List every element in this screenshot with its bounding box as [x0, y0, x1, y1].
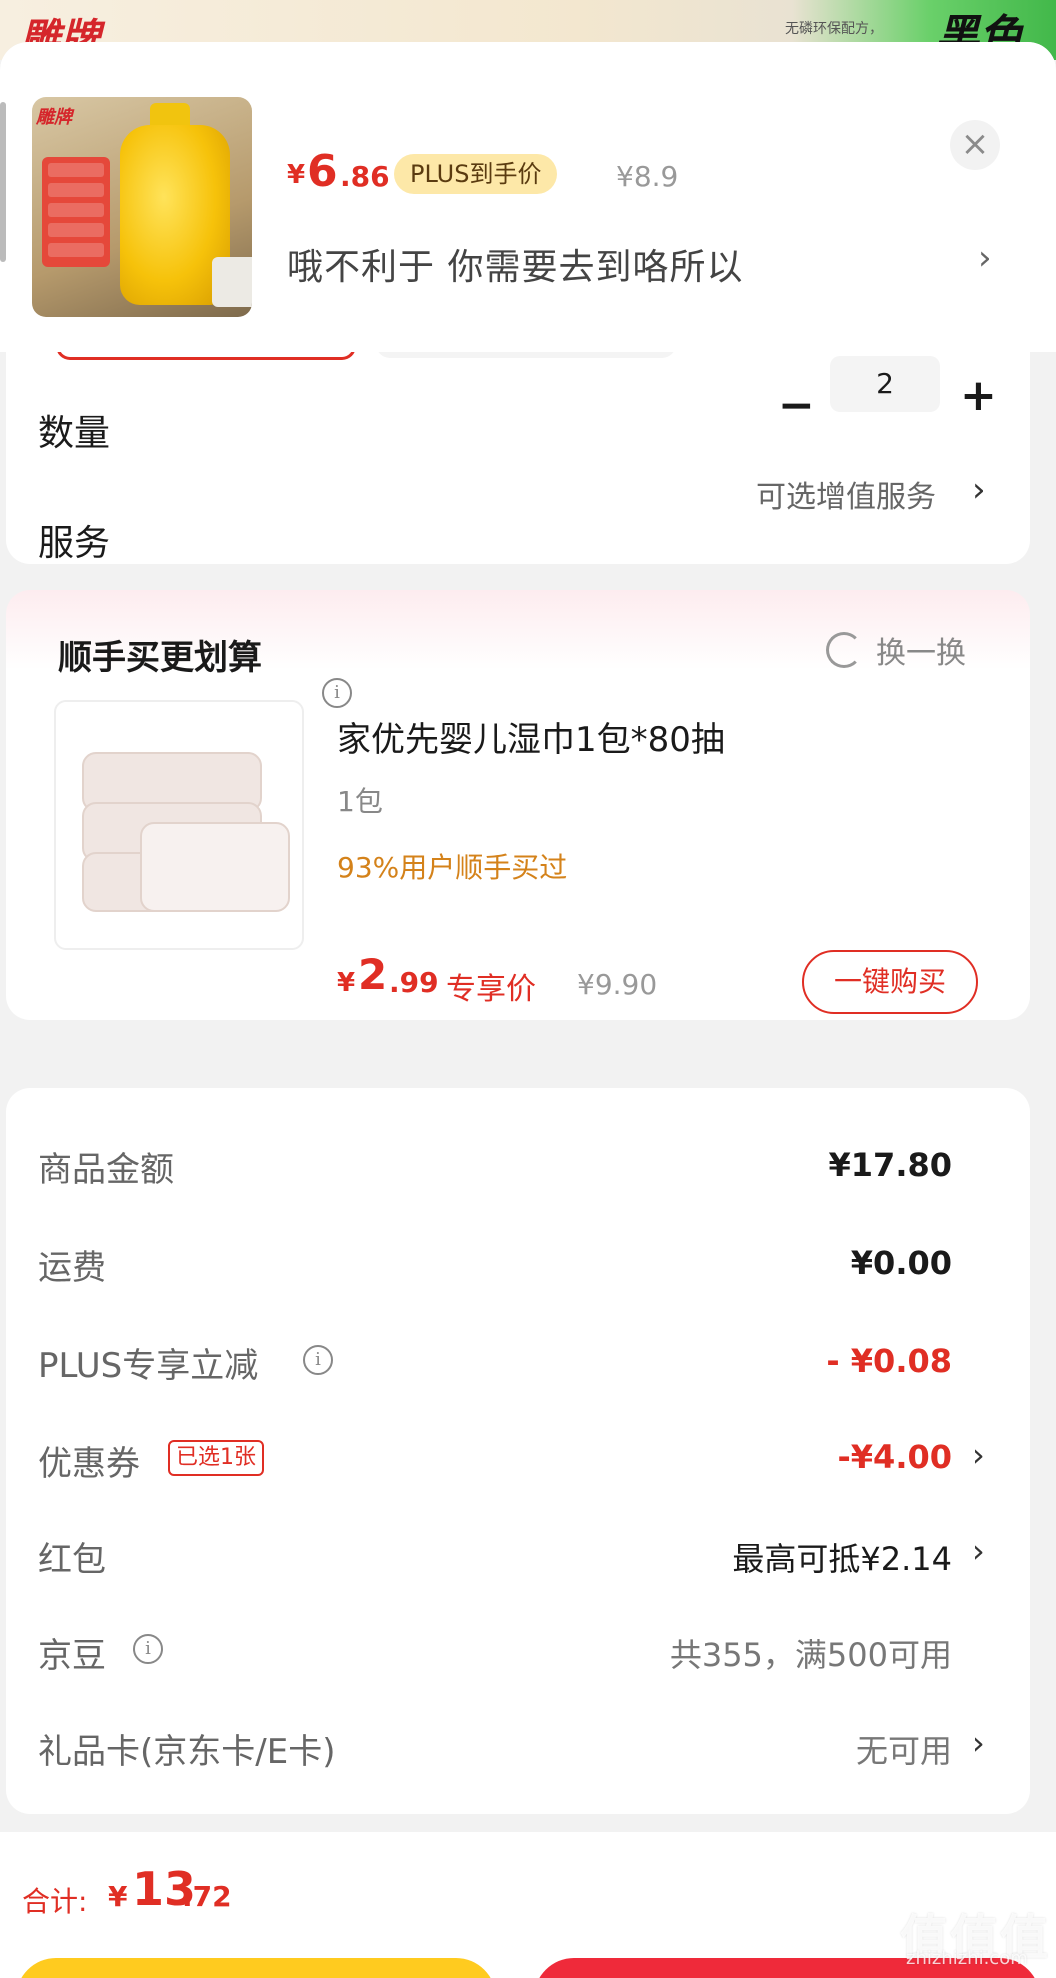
summary-goods-amount-value: ¥17.80: [828, 1146, 952, 1184]
summary-shipping-label: 运费: [38, 1248, 106, 1288]
product-original-price: ¥8.9: [616, 160, 679, 193]
summary-coupon-value[interactable]: -¥4.00: [838, 1438, 953, 1476]
product-price-yen: ¥: [287, 160, 306, 190]
summary-goods-amount-label: 商品金额: [38, 1150, 174, 1190]
recommend-price-dec: .99: [389, 966, 439, 999]
summary-jd-beans-value: 共355，满500可用: [669, 1636, 952, 1674]
summary-gift-card-value[interactable]: 无可用: [856, 1726, 952, 1772]
recommend-item-stat: 93%用户顺手买过: [337, 851, 568, 884]
product-header: 雕牌 ¥ 6 .86 PLUS到手价 ¥8.9 × 哦不利于 你需要去到咯所以 …: [0, 42, 1056, 352]
info-icon[interactable]: i: [322, 678, 352, 708]
summary-gift-card-label: 礼品卡(京东卡/E卡): [38, 1732, 336, 1772]
watermark-url: zhizhizhi.com: [906, 1948, 1028, 1969]
chevron-right-icon[interactable]: ›: [972, 1436, 985, 1474]
thumb-plates: [212, 257, 252, 307]
chevron-right-icon[interactable]: ›: [978, 238, 992, 278]
coupon-selected-badge: 已选1张: [168, 1440, 264, 1476]
info-icon[interactable]: i: [303, 1345, 333, 1375]
summary-jd-beans-label: 京豆: [38, 1636, 106, 1676]
service-value[interactable]: 可选增值服务: [756, 472, 936, 516]
quantity-plus-button[interactable]: +: [960, 370, 997, 421]
secondary-action-button[interactable]: [16, 1958, 496, 1978]
refresh-icon[interactable]: [826, 632, 862, 668]
recommend-price-yen: ¥: [337, 968, 356, 998]
total-yen: ¥: [108, 1880, 128, 1913]
summary-red-packet-label: 红包: [38, 1540, 106, 1580]
summary-red-packet-value[interactable]: 最高可抵¥2.14: [732, 1534, 952, 1580]
wipes-pack-front: [140, 822, 290, 912]
thumb-brand-logo: 雕牌: [36, 107, 72, 128]
recommend-price-int: 2: [358, 950, 388, 999]
recommend-price-tag: 专享价: [446, 972, 536, 1007]
close-icon[interactable]: ×: [950, 120, 1000, 170]
summary-plus-discount-label: PLUS专享立减: [38, 1346, 259, 1386]
recommend-item-name[interactable]: 家优先婴儿湿巾1包*80抽: [337, 712, 725, 761]
chevron-right-icon[interactable]: ›: [972, 470, 986, 510]
background-note: 无磷环保配方，: [785, 21, 883, 37]
recommend-original-price: ¥9.90: [577, 968, 658, 1001]
recommendation-title: 顺手买更划算: [58, 638, 262, 678]
plus-price-tag: PLUS到手价: [394, 154, 558, 194]
total-label: 合计:: [22, 1885, 88, 1918]
quantity-minus-button[interactable]: −: [778, 380, 815, 431]
quantity-label: 数量: [38, 413, 111, 454]
total-dec: .72: [182, 1880, 232, 1913]
wipes-thumbnail[interactable]: [54, 700, 304, 950]
product-thumbnail[interactable]: 雕牌: [32, 97, 252, 317]
one-click-buy-button[interactable]: 一键购买: [802, 950, 978, 1014]
selected-spec-text[interactable]: 哦不利于 你需要去到咯所以: [287, 238, 743, 290]
product-price-int: 6: [307, 146, 338, 197]
scroll-indicator: [0, 102, 6, 262]
chevron-right-icon[interactable]: ›: [972, 1532, 985, 1570]
product-price-dec: .86: [340, 160, 390, 193]
summary-coupon-label: 优惠券: [38, 1444, 140, 1484]
service-label: 服务: [38, 523, 111, 564]
thumb-label-box: [42, 157, 110, 267]
chevron-right-icon[interactable]: ›: [972, 1724, 985, 1762]
summary-shipping-value: ¥0.00: [850, 1244, 952, 1282]
info-icon[interactable]: i: [133, 1634, 163, 1664]
recommend-item-spec: 1包: [337, 785, 383, 818]
summary-plus-discount-value: - ¥0.08: [826, 1342, 952, 1380]
swap-button[interactable]: 换一换: [876, 628, 966, 672]
quantity-input[interactable]: 2: [830, 356, 940, 412]
